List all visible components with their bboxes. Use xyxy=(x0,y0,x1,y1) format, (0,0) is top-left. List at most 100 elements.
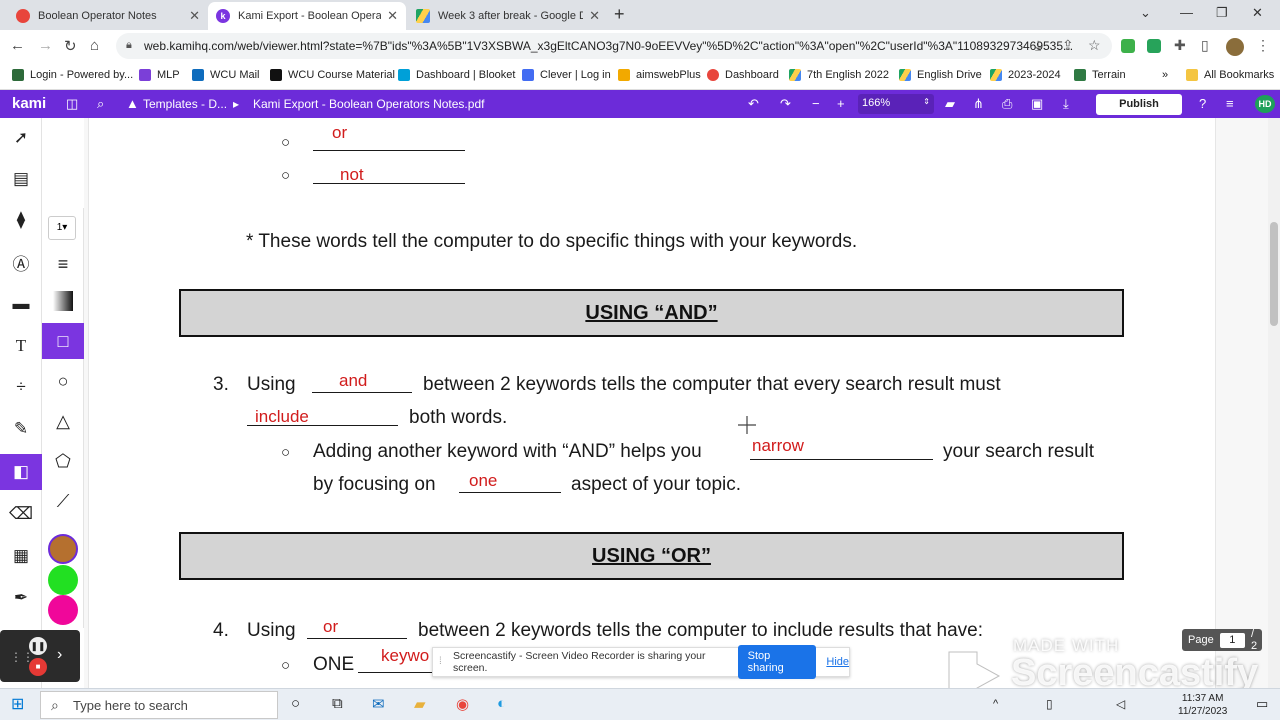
window-close-icon[interactable]: ✕ xyxy=(1252,5,1263,21)
close-icon[interactable]: ✕ xyxy=(589,8,600,24)
rectangle-icon[interactable]: □ xyxy=(42,323,84,359)
chrome-icon[interactable]: ◉ xyxy=(456,695,469,713)
shapes-tool-icon[interactable]: ◧ xyxy=(0,454,42,490)
bookmark-item[interactable]: WCU Course Material xyxy=(270,69,395,81)
back-icon[interactable]: ← xyxy=(10,37,25,54)
avatar[interactable] xyxy=(1226,38,1244,56)
extension-icon[interactable] xyxy=(1147,39,1161,53)
task-view-icon[interactable]: ⧉ xyxy=(332,695,343,712)
bookmark-item[interactable]: Clever | Log in xyxy=(522,69,611,81)
zoom-in-icon[interactable]: + xyxy=(837,96,845,111)
bookmark-item[interactable]: Terrain xyxy=(1074,69,1126,81)
tab-boolean-operator-notes[interactable]: Boolean Operator Notes ✕ xyxy=(8,2,208,30)
sidebar-toggle-icon[interactable]: ◫ xyxy=(66,96,78,112)
zoom-out-icon[interactable]: − xyxy=(812,96,820,111)
signature-tool-icon[interactable]: ✒ xyxy=(0,580,42,616)
redo-icon[interactable]: ↷ xyxy=(780,96,791,112)
answer-text[interactable]: keywo xyxy=(381,646,429,666)
extensions-puzzle-icon[interactable]: ✚ xyxy=(1174,37,1186,54)
list-icon[interactable]: ≡ xyxy=(42,246,84,282)
answer-text[interactable]: narrow xyxy=(752,436,804,456)
file-explorer-icon[interactable]: ▰ xyxy=(414,695,426,713)
chevron-right-icon[interactable]: › xyxy=(57,646,62,664)
eraser-tool-icon[interactable]: ⌫ xyxy=(0,496,42,532)
color-swatch-green[interactable] xyxy=(48,565,78,595)
all-bookmarks[interactable]: All Bookmarks xyxy=(1186,69,1274,81)
undo-icon[interactable]: ↶ xyxy=(748,96,759,112)
home-icon[interactable]: ⌂ xyxy=(90,37,99,54)
share-icon[interactable]: ⋔ xyxy=(973,96,984,112)
tray-chevron-icon[interactable]: ^ xyxy=(993,698,998,710)
bookmark-item[interactable]: English Drive xyxy=(899,69,982,81)
more-bookmarks[interactable]: » xyxy=(1162,69,1168,81)
help-icon[interactable]: ? xyxy=(1199,96,1206,111)
pause-icon[interactable]: ❚❚ xyxy=(29,637,47,655)
page-indicator[interactable]: Page 1 / 2 xyxy=(1182,628,1262,652)
new-tab-icon[interactable]: + xyxy=(614,4,625,25)
taskbar-search-input[interactable]: ⌕ Type here to search xyxy=(40,691,278,719)
answer-text[interactable]: or xyxy=(332,123,347,143)
breadcrumb-folder[interactable]: Templates - D... xyxy=(143,97,227,111)
bookmark-item[interactable]: Login - Powered by... xyxy=(12,69,133,81)
volume-icon[interactable]: ◁ xyxy=(1116,697,1125,711)
hide-banner-link[interactable]: Hide xyxy=(826,656,849,668)
search-icon[interactable]: ⌕ xyxy=(97,96,104,112)
user-avatar[interactable]: HD xyxy=(1255,95,1275,113)
open-folder-icon[interactable]: ▰ xyxy=(945,96,955,112)
save-icon[interactable]: ▣ xyxy=(1031,96,1043,112)
install-icon[interactable]: ⤓ xyxy=(1035,37,1041,54)
zoom-select[interactable]: 166% ⇕ xyxy=(858,94,934,114)
answer-text[interactable]: not xyxy=(340,165,364,185)
edge-icon[interactable]: ◐ xyxy=(497,695,506,712)
answer-text[interactable]: and xyxy=(339,371,367,391)
menu-dots-icon[interactable]: ⋮ xyxy=(1256,37,1270,54)
select-tool-icon[interactable]: ➚ xyxy=(0,120,42,156)
side-panel-icon[interactable]: ▯ xyxy=(1201,37,1209,54)
system-clock[interactable]: 11:37 AM 11/27/2023 xyxy=(1178,692,1227,718)
color-swatch-brown[interactable] xyxy=(48,534,78,564)
drag-handle-icon[interactable]: ⁞ xyxy=(439,656,442,667)
tab-week3-drive[interactable]: Week 3 after break - Google Dri ✕ xyxy=(408,2,608,30)
notification-icon[interactable]: ▭ xyxy=(1256,696,1268,712)
bookmark-item[interactable]: MLP xyxy=(139,69,180,81)
minimize-icon[interactable]: — xyxy=(1180,5,1193,20)
scrollbar-thumb[interactable] xyxy=(1270,222,1278,326)
bookmark-star-icon[interactable]: ☆ xyxy=(1088,37,1101,54)
bookmark-item[interactable]: Dashboard | Blooket xyxy=(398,69,515,81)
vertical-scrollbar[interactable] xyxy=(1268,118,1280,688)
print-icon[interactable]: ⎙ xyxy=(1002,96,1012,112)
equation-tool-icon[interactable]: ÷ xyxy=(0,369,42,405)
forward-icon[interactable]: → xyxy=(38,37,53,54)
text-tool-icon[interactable]: T xyxy=(0,328,42,364)
circle-icon[interactable]: ○ xyxy=(42,363,84,399)
stop-recording-icon[interactable]: ■ xyxy=(29,658,47,676)
line-size-select[interactable]: 1▾ xyxy=(48,216,76,240)
fill-gradient-icon[interactable] xyxy=(42,283,84,319)
windows-start-icon[interactable]: ⊞ xyxy=(11,694,24,714)
stop-sharing-button[interactable]: Stop sharing xyxy=(737,645,817,679)
answer-text[interactable]: one xyxy=(469,471,497,491)
bookmark-item[interactable]: Dashboard xyxy=(707,69,779,81)
dictionary-tool-icon[interactable]: ▤ xyxy=(0,161,42,197)
markup-tool-icon[interactable]: ⧫ xyxy=(0,202,42,238)
answer-text[interactable]: or xyxy=(323,617,338,637)
cortana-icon[interactable]: ○ xyxy=(291,695,300,712)
maximize-icon[interactable]: ❐ xyxy=(1216,5,1228,21)
hamburger-menu-icon[interactable]: ≡ xyxy=(1226,96,1234,111)
add-media-icon[interactable]: ▦ xyxy=(0,538,42,574)
bookmark-item[interactable]: aimswebPlus xyxy=(618,69,701,81)
pentagon-icon[interactable]: ⬠ xyxy=(42,443,84,479)
page-number-input[interactable]: 1 xyxy=(1219,632,1245,648)
kami-logo[interactable]: kami xyxy=(12,95,46,112)
text-annotation-icon[interactable]: Ⓐ xyxy=(0,244,42,280)
bookmark-item[interactable]: WCU Mail xyxy=(192,69,260,81)
answer-text[interactable]: include xyxy=(255,407,309,427)
outlook-icon[interactable]: ✉ xyxy=(372,695,385,713)
address-bar[interactable]: 🔒︎ web.kamihq.com/web/viewer.html?state=… xyxy=(116,33,1112,59)
close-icon[interactable]: ✕ xyxy=(387,8,398,24)
color-swatch-pink[interactable] xyxy=(48,595,78,625)
extension-icon[interactable] xyxy=(1121,39,1135,53)
share-icon[interactable]: ⇪ xyxy=(1062,37,1074,54)
drawing-tool-icon[interactable]: ✎ xyxy=(0,411,42,447)
bookmark-item[interactable]: 2023-2024 xyxy=(990,69,1061,81)
